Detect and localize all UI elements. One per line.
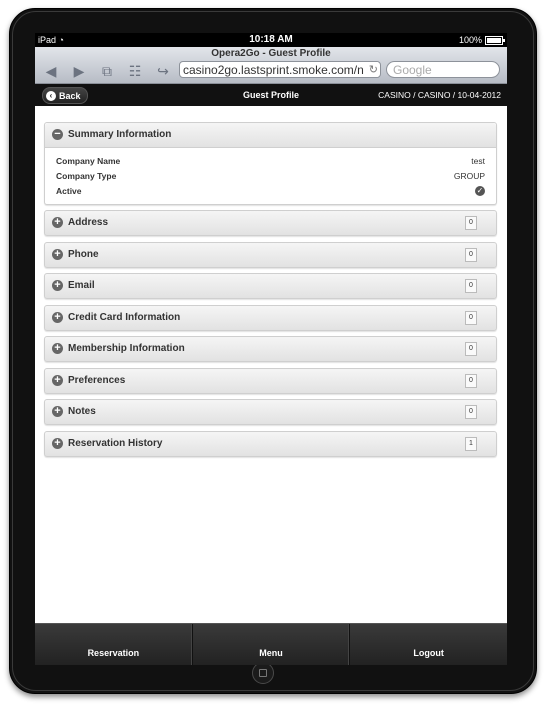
expand-icon: + — [52, 311, 63, 323]
summary-body: Company Name test Company Type GROUP Act… — [45, 148, 496, 204]
section-membership[interactable]: + Membership Information 0 — [44, 336, 497, 362]
pages-icon[interactable]: ⧉ — [99, 63, 115, 79]
section-title: Reservation History — [68, 437, 163, 449]
section-title: Phone — [68, 248, 99, 260]
profile-content: − Summary Information Company Name test … — [44, 122, 497, 462]
section-notes[interactable]: + Notes 0 — [44, 399, 497, 425]
menu-button[interactable]: Menu — [193, 624, 351, 665]
count-badge: 0 — [465, 373, 477, 388]
section-title: Preferences — [68, 374, 126, 386]
count-badge: 1 — [465, 436, 477, 451]
summary-header[interactable]: − Summary Information — [45, 123, 496, 148]
expand-icon: + — [52, 406, 63, 417]
section-title: Email — [68, 280, 95, 291]
home-button[interactable] — [252, 662, 274, 684]
expand-icon: + — [52, 374, 63, 386]
browser-toolbar: Opera2Go - Guest Profile ◀ ▶ ⧉ ☷ ↪ casin… — [35, 47, 507, 84]
checkmark-icon: ✓ — [475, 185, 485, 196]
reload-icon[interactable]: ↻ — [368, 62, 378, 77]
status-bar: iPad ◔ 10:18 AM 100% — [35, 33, 507, 47]
active-row: Active ✓ — [56, 183, 485, 198]
company-type-row: Company Type GROUP — [56, 168, 485, 183]
count-badge: 0 — [465, 216, 477, 230]
clock: 10:18 AM — [249, 34, 293, 45]
count-badge: 0 — [465, 279, 477, 293]
share-icon[interactable]: ↪ — [155, 63, 171, 79]
expand-icon: + — [52, 437, 63, 449]
count-badge: 0 — [465, 405, 477, 419]
count-badge: 0 — [465, 247, 477, 262]
bookmarks-icon[interactable]: ☷ — [127, 63, 143, 79]
battery-percent: 100% — [458, 35, 482, 45]
expand-icon: + — [52, 248, 63, 260]
browser-nav: ◀ ▶ ⧉ ☷ ↪ — [43, 63, 171, 79]
company-name-label: Company Name — [56, 155, 121, 166]
page-title: Opera2Go - Guest Profile — [211, 48, 331, 59]
footer-nav: Reservation Menu Logout — [35, 623, 507, 665]
screen: iPad ◔ 10:18 AM 100% Opera2Go - Guest Pr… — [35, 33, 507, 665]
section-title: Address — [68, 217, 109, 228]
count-badge: 0 — [465, 342, 477, 356]
collapse-icon: − — [52, 129, 63, 140]
expand-icon: + — [52, 343, 63, 354]
battery-status: 100% — [458, 35, 505, 45]
section-title: Membership Information — [68, 343, 185, 354]
company-name-row: Company Name test — [56, 153, 485, 168]
active-label: Active — [56, 185, 82, 196]
section-phone[interactable]: + Phone 0 — [44, 241, 497, 268]
reservation-button[interactable]: Reservation — [35, 624, 193, 665]
section-email[interactable]: + Email 0 — [44, 273, 497, 299]
company-type-label: Company Type — [56, 170, 117, 181]
section-credit-card[interactable]: + Credit Card Information 0 — [44, 304, 497, 331]
section-reservation-history[interactable]: + Reservation History 1 — [44, 430, 497, 457]
battery-icon — [485, 35, 505, 45]
count-badge: 0 — [465, 310, 477, 325]
url-field[interactable]: casino2go.lastsprint.smoke.com/n ↻ — [179, 61, 381, 78]
back-arrow-icon[interactable]: ◀ — [43, 63, 59, 79]
company-type-value: GROUP — [453, 170, 485, 181]
header-context: CASINO / CASINO / 10-04-2012 — [378, 90, 501, 100]
section-title: Notes — [68, 406, 96, 417]
expand-icon: + — [52, 217, 63, 228]
search-input[interactable]: Google — [386, 61, 500, 78]
url-text: casino2go.lastsprint.smoke.com/n — [183, 63, 364, 77]
section-title: Credit Card Information — [68, 311, 181, 323]
section-address[interactable]: + Address 0 — [44, 210, 497, 236]
summary-title: Summary Information — [68, 129, 172, 140]
app-header: ‹ Back Guest Profile CASINO / CASINO / 1… — [35, 84, 507, 106]
forward-arrow-icon[interactable]: ▶ — [71, 63, 87, 79]
section-preferences[interactable]: + Preferences 0 — [44, 367, 497, 394]
company-name-value: test — [471, 155, 485, 166]
expand-icon: + — [52, 280, 63, 291]
summary-panel: − Summary Information Company Name test … — [44, 122, 497, 205]
logout-button[interactable]: Logout — [350, 624, 507, 665]
